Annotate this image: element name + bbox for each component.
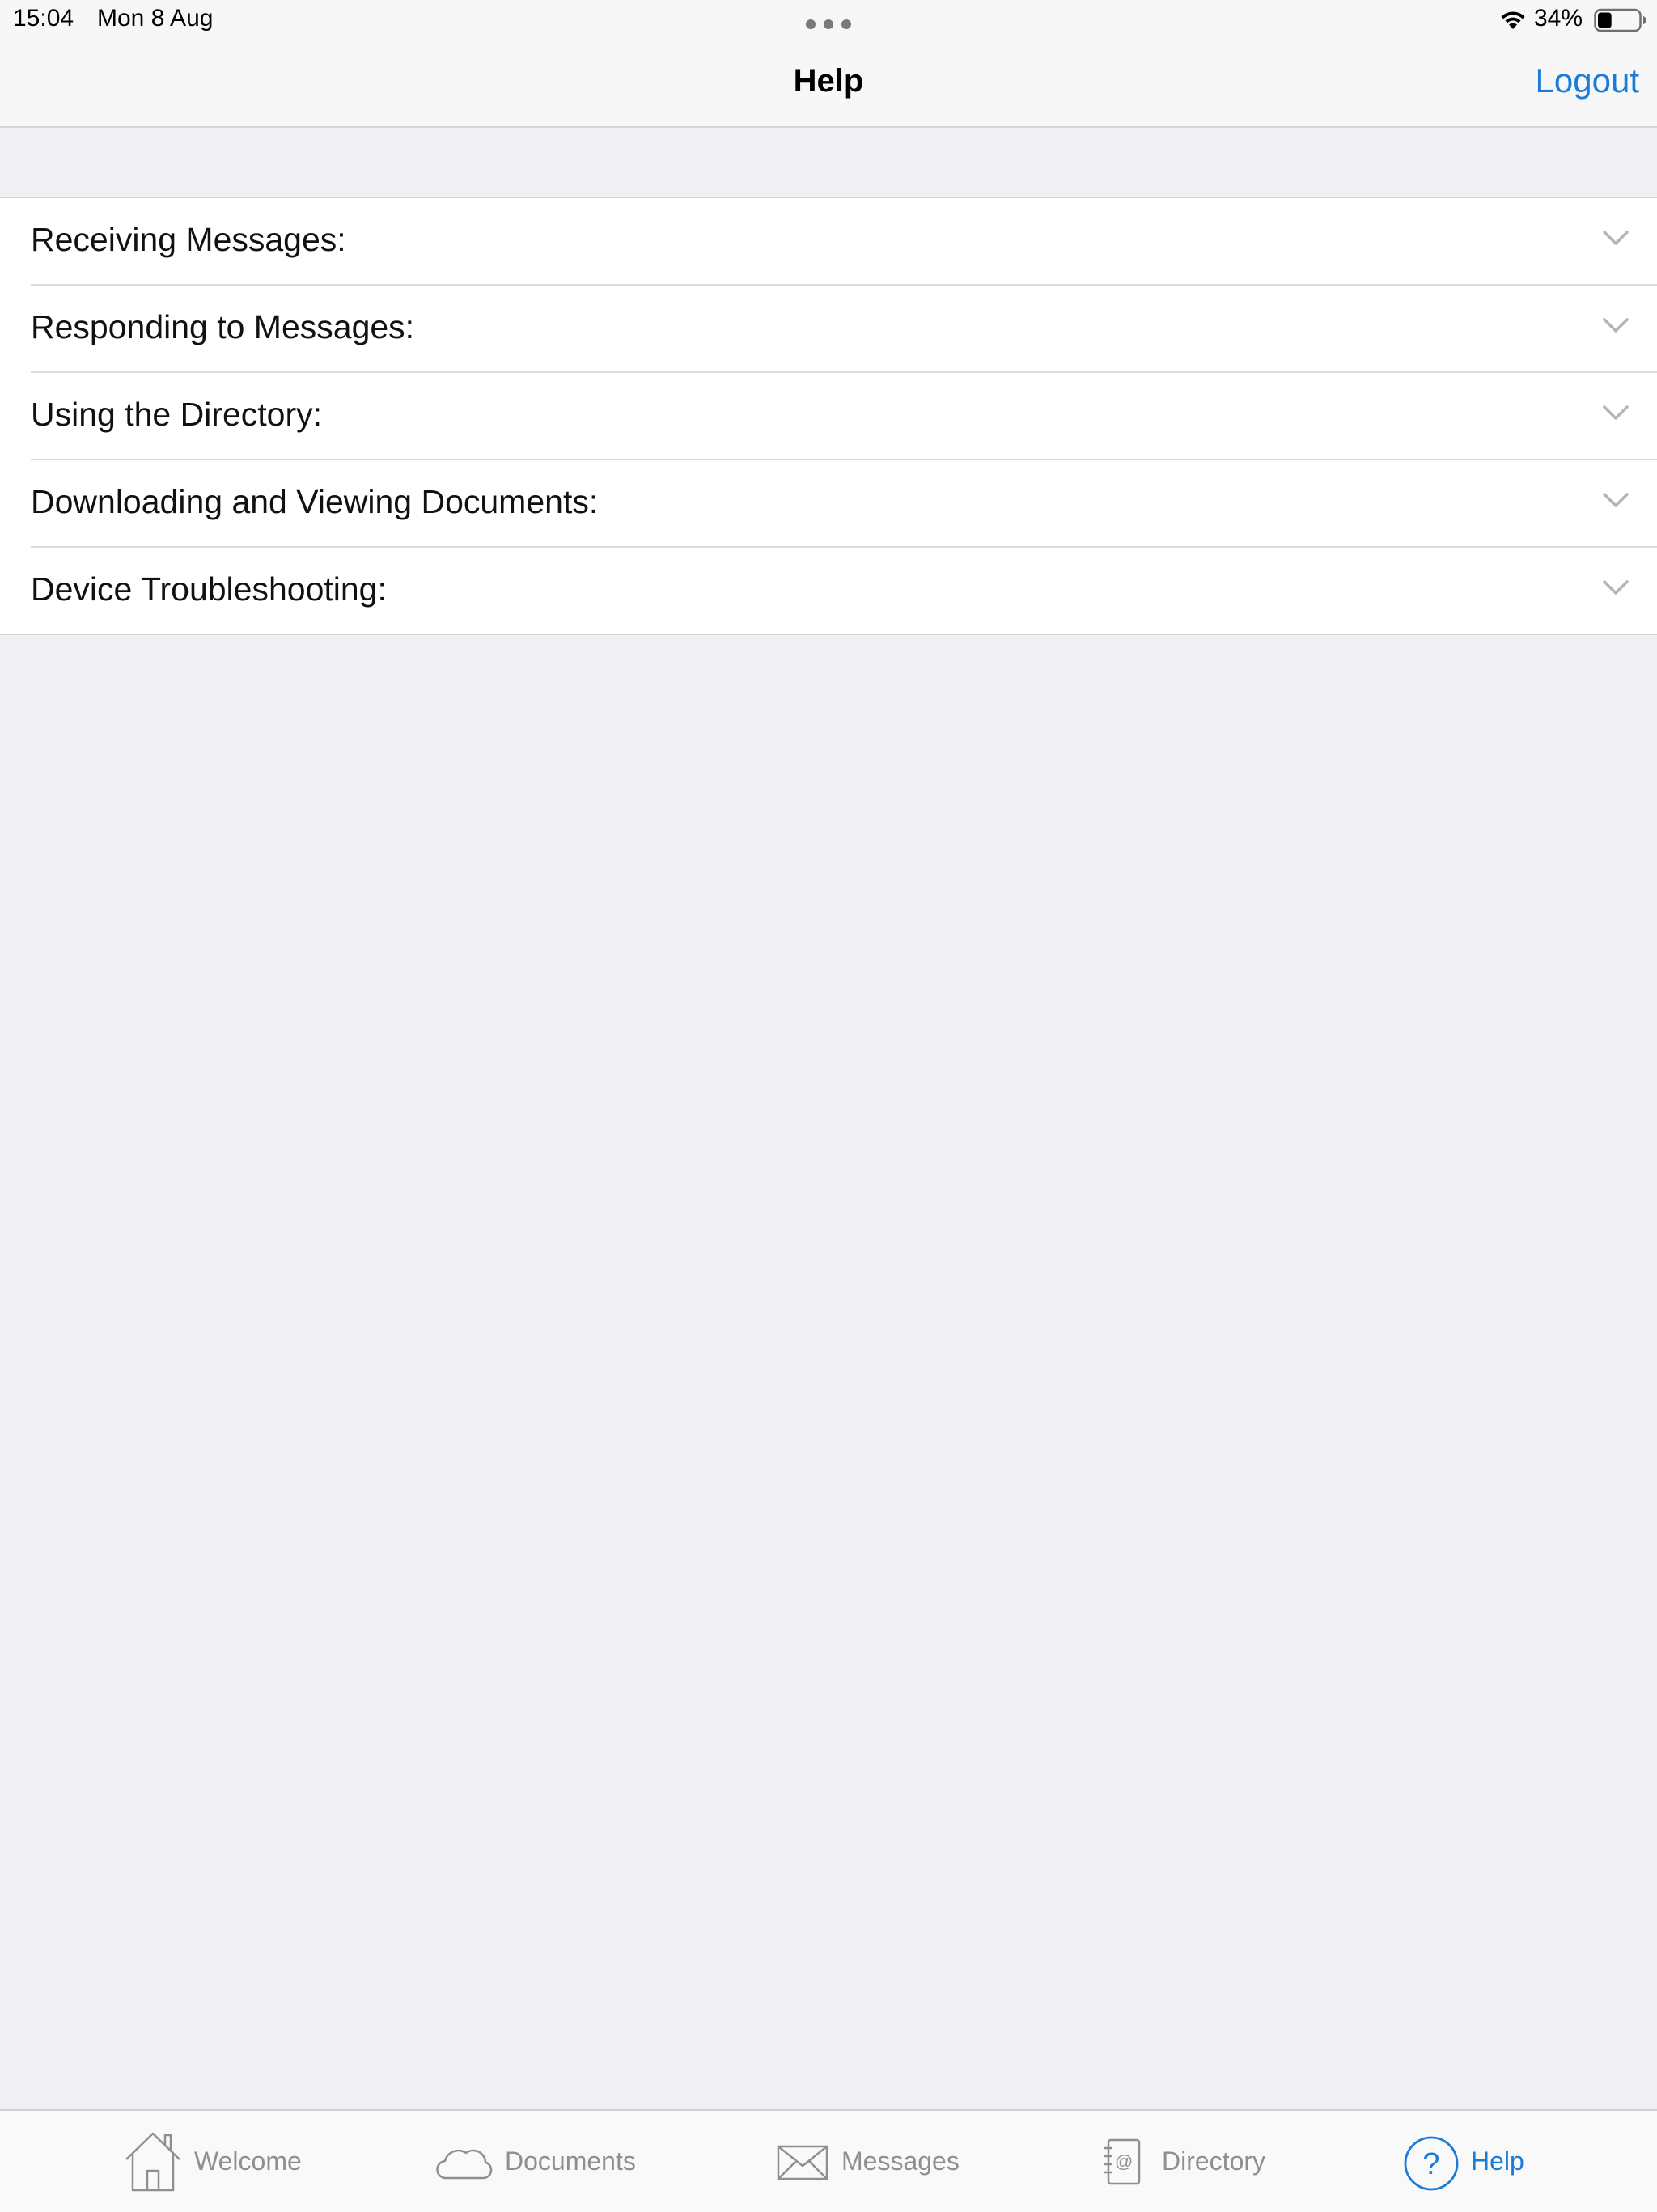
tab-label: Documents — [505, 2146, 636, 2176]
chevron-down-icon — [1603, 231, 1629, 245]
battery-percent: 34% — [1534, 5, 1583, 32]
help-topic-label: Responding to Messages: — [31, 308, 415, 345]
page-title: Help — [793, 63, 864, 99]
chevron-down-icon — [1603, 405, 1629, 420]
wifi-icon — [1501, 11, 1525, 29]
help-topic-receiving-messages[interactable]: Receiving Messages: — [31, 198, 1657, 286]
help-topics-list: Receiving Messages: Responding to Messag… — [0, 197, 1657, 635]
chevron-down-icon — [1603, 580, 1629, 595]
help-topic-label: Downloading and Viewing Documents: — [31, 483, 599, 520]
cloud-icon — [436, 2149, 493, 2180]
tab-bar: Welcome Documents Messages @ Directory ?… — [0, 2109, 1657, 2212]
help-topic-label: Using the Directory: — [31, 396, 323, 433]
tab-help[interactable]: ? Help — [1403, 2111, 1540, 2212]
address-book-icon: @ — [1104, 2138, 1141, 2185]
help-topic-label: Receiving Messages: — [31, 221, 346, 258]
svg-text:?: ? — [1422, 2147, 1439, 2181]
question-circle-icon: ? — [1404, 2136, 1459, 2191]
svg-text:@: @ — [1115, 2151, 1133, 2172]
envelope-icon — [777, 2145, 828, 2180]
multitasking-dots-icon[interactable] — [806, 19, 851, 29]
help-topic-using-the-directory[interactable]: Using the Directory: — [31, 373, 1657, 460]
tab-directory[interactable]: @ Directory — [1102, 2111, 1296, 2212]
tab-label: Directory — [1162, 2146, 1266, 2176]
help-topic-responding-to-messages[interactable]: Responding to Messages: — [31, 286, 1657, 373]
logout-button[interactable]: Logout — [1536, 61, 1639, 100]
chevron-down-icon — [1603, 493, 1629, 507]
tab-label: Help — [1471, 2146, 1524, 2176]
house-icon — [125, 2132, 180, 2192]
status-time: 15:04 — [13, 5, 74, 32]
chevron-down-icon — [1603, 318, 1629, 333]
status-date: Mon 8 Aug — [97, 5, 214, 32]
help-topic-label: Device Troubleshooting: — [31, 570, 387, 608]
battery-icon — [1594, 8, 1646, 32]
help-topic-downloading-documents[interactable]: Downloading and Viewing Documents: — [31, 460, 1657, 548]
help-topic-device-troubleshooting[interactable]: Device Troubleshooting: — [31, 548, 1657, 634]
tab-messages[interactable]: Messages — [777, 2111, 979, 2212]
navigation-bar: Help Logout — [0, 39, 1657, 128]
status-bar: 15:04 Mon 8 Aug 34% — [0, 0, 1657, 39]
tab-label: Welcome — [194, 2146, 302, 2176]
tab-label: Messages — [841, 2146, 960, 2176]
tab-documents[interactable]: Documents — [435, 2111, 646, 2212]
tab-welcome[interactable]: Welcome — [125, 2111, 319, 2212]
